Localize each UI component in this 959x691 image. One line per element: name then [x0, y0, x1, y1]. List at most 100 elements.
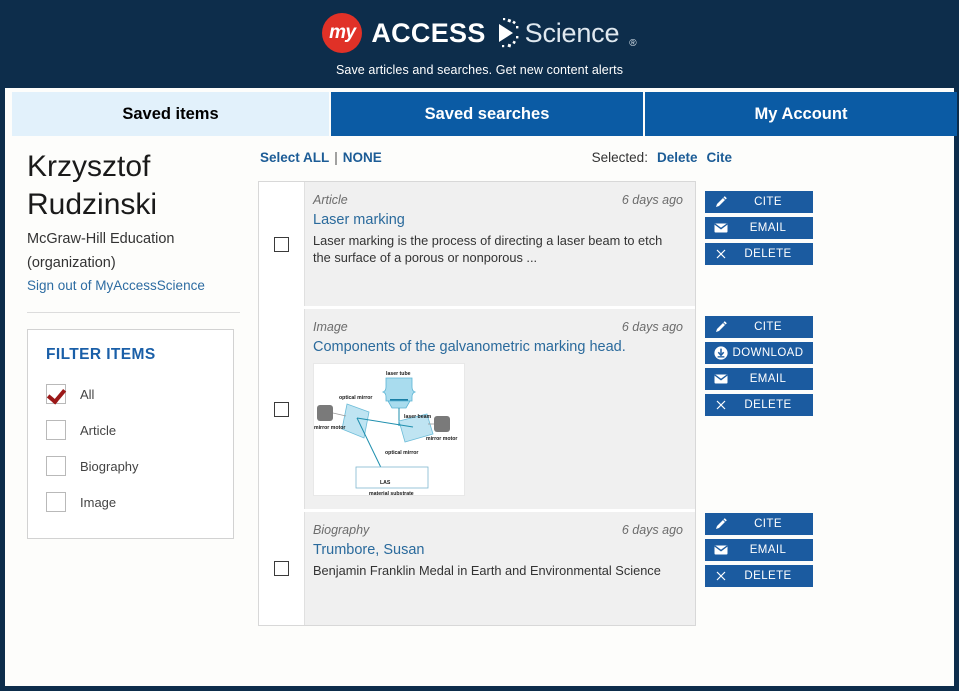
user-name: Krzysztof Rudzinski — [27, 150, 158, 221]
saved-items-panel: Select ALL | NONE Selected: Delete Cite — [258, 146, 954, 686]
item-checkbox-article[interactable] — [274, 236, 289, 252]
close-icon — [712, 571, 729, 581]
filter-label-biography: Biography — [80, 458, 139, 474]
table-row[interactable]: Image 6 days ago Components of the galva… — [259, 309, 695, 512]
sidebar-divider — [27, 312, 240, 313]
svg-text:optical mirror: optical mirror — [385, 450, 418, 456]
cite-button-label: CITE — [754, 321, 782, 333]
filter-option-image[interactable]: Image — [46, 484, 219, 520]
delete-button[interactable]: DELETE — [705, 394, 813, 416]
content-columns: Krzysztof Rudzinski McGraw-Hill Educatio… — [5, 136, 954, 686]
email-button-label: EMAIL — [749, 373, 787, 385]
svg-text:material substrate: material substrate — [369, 491, 414, 496]
pencil-icon — [712, 196, 729, 208]
actions-image: CITE DOWNLOAD EMAIL DELETE — [705, 316, 813, 420]
item-content: Biography 6 days ago Trumbore, Susan Ben… — [305, 512, 695, 625]
selected-label: Selected: — [591, 149, 648, 165]
item-thumbnail-diagram[interactable]: laser tube laser beam optical mirror opt… — [313, 363, 465, 496]
item-actions-column: CITE EMAIL DELETE CITE DOWNLOAD EMAIL DE… — [705, 181, 825, 626]
download-button[interactable]: DOWNLOAD — [705, 342, 813, 364]
item-title-link[interactable]: Trumbore, Susan — [313, 541, 683, 560]
pencil-icon — [712, 518, 729, 530]
list-area: Article 6 days ago Laser marking Laser m… — [258, 181, 944, 626]
select-controls: Select ALL | NONE — [260, 150, 382, 165]
tab-saved-searches[interactable]: Saved searches — [331, 92, 643, 136]
envelope-icon — [712, 545, 729, 555]
item-content: Image 6 days ago Components of the galva… — [305, 309, 695, 509]
content-frame: Saved items Saved searches My Account Kr… — [5, 88, 957, 686]
checkbox-biography[interactable] — [46, 456, 66, 476]
tab-saved-items[interactable]: Saved items — [12, 92, 329, 136]
delete-button-label: DELETE — [744, 399, 792, 411]
envelope-icon — [712, 374, 729, 384]
checkbox-image[interactable] — [46, 492, 66, 512]
filter-option-biography[interactable]: Biography — [46, 448, 219, 484]
svg-text:laser tube: laser tube — [386, 371, 411, 377]
item-timestamp: 6 days ago — [621, 523, 683, 537]
masthead: my Access Science — [5, 0, 954, 88]
filter-items-title: FILTER ITEMS — [46, 346, 156, 363]
delete-button[interactable]: DELETE — [705, 243, 813, 265]
select-all-link[interactable]: Select ALL — [260, 150, 329, 165]
delete-selected-link[interactable]: Delete — [657, 150, 698, 165]
item-type: Biography — [313, 523, 370, 537]
tab-bar: Saved items Saved searches My Account — [5, 88, 957, 136]
delete-button-label: DELETE — [744, 570, 792, 582]
download-button-label: DOWNLOAD — [732, 347, 804, 359]
email-button[interactable]: EMAIL — [705, 539, 813, 561]
table-row[interactable]: Article 6 days ago Laser marking Laser m… — [259, 182, 695, 309]
site-logo[interactable]: my Access Science — [322, 12, 637, 54]
item-checkbox-cell[interactable] — [259, 512, 305, 625]
item-checkbox-cell[interactable] — [259, 309, 305, 509]
select-none-link[interactable]: NONE — [343, 150, 382, 165]
cite-button[interactable]: CITE — [705, 191, 813, 213]
item-checkbox-biography[interactable] — [274, 561, 289, 576]
close-icon — [712, 249, 729, 259]
list-toolbar: Select ALL | NONE Selected: Delete Cite — [258, 146, 944, 168]
sign-out-link[interactable]: Sign out of MyAccessScience — [27, 278, 205, 293]
user-organization: McGraw-Hill Education (organization) — [27, 231, 175, 271]
filter-option-article[interactable]: Article — [46, 412, 219, 448]
cite-button-label: CITE — [754, 518, 782, 530]
filter-option-all[interactable]: All — [46, 376, 219, 412]
pencil-icon — [712, 321, 729, 333]
logo-science-text: Science — [524, 17, 620, 48]
filter-items-panel: FILTER ITEMS All Article Biography Image — [27, 329, 234, 539]
cite-button[interactable]: CITE — [705, 316, 813, 338]
item-checkbox-cell[interactable] — [259, 182, 305, 306]
tab-my-account[interactable]: My Account — [645, 92, 957, 136]
email-button[interactable]: EMAIL — [705, 217, 813, 239]
email-button[interactable]: EMAIL — [705, 368, 813, 390]
table-row[interactable]: Biography 6 days ago Trumbore, Susan Ben… — [259, 512, 695, 625]
envelope-icon — [712, 223, 729, 233]
delete-button[interactable]: DELETE — [705, 565, 813, 587]
item-meta: Article 6 days ago — [313, 193, 683, 207]
item-meta: Biography 6 days ago — [313, 523, 683, 537]
cite-button-label: CITE — [754, 196, 782, 208]
item-checkbox-image[interactable] — [274, 401, 289, 417]
filter-label-article: Article — [80, 422, 117, 438]
item-meta: Image 6 days ago — [313, 320, 683, 334]
site-tagline: Save articles and searches. Get new cont… — [335, 63, 624, 77]
cite-selected-link[interactable]: Cite — [706, 150, 732, 165]
filter-label-all: All — [80, 386, 95, 402]
checkbox-article[interactable] — [46, 420, 66, 440]
sidebar: Krzysztof Rudzinski McGraw-Hill Educatio… — [5, 146, 258, 686]
item-content: Article 6 days ago Laser marking Laser m… — [305, 182, 695, 306]
email-button-label: EMAIL — [749, 544, 787, 556]
logo-my-badge: my — [322, 13, 363, 53]
svg-text:laser beam: laser beam — [404, 414, 431, 420]
checkbox-all[interactable] — [46, 384, 66, 404]
item-timestamp: 6 days ago — [621, 193, 683, 207]
actions-biography: CITE EMAIL DELETE — [705, 513, 813, 591]
item-timestamp: 6 days ago — [621, 320, 683, 334]
cite-button[interactable]: CITE — [705, 513, 813, 535]
item-title-link[interactable]: Components of the galvanometric marking … — [313, 338, 683, 357]
download-icon — [712, 346, 729, 360]
item-title-link[interactable]: Laser marking — [313, 211, 683, 230]
registered-mark: ® — [629, 38, 637, 49]
item-description: Laser marking is the process of directin… — [313, 233, 663, 265]
filter-label-image: Image — [80, 494, 117, 510]
svg-text:optical mirror: optical mirror — [339, 395, 372, 401]
svg-text:mirror motor: mirror motor — [314, 425, 345, 431]
